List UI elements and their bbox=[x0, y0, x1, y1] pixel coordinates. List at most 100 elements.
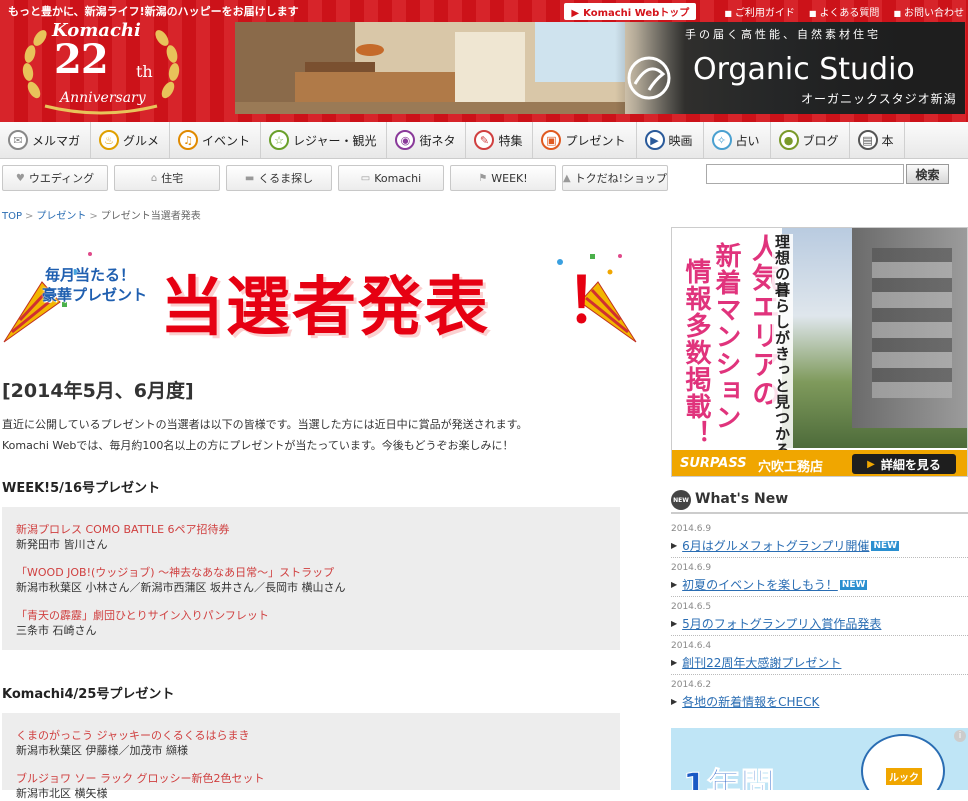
bottom-ad-banner[interactable]: 1年間 ルック i bbox=[671, 728, 968, 790]
film-icon: ▶ bbox=[644, 130, 665, 150]
news-link[interactable]: 6月はグルメフォトグランプリ開催 bbox=[682, 537, 869, 554]
anniversary-logo[interactable]: Komachi 22 th Anniversary bbox=[20, 20, 190, 116]
category-nav-item[interactable]: ✧ 占い bbox=[704, 122, 771, 158]
subnav-tab-label: 住宅 bbox=[161, 172, 184, 185]
category-nav-item[interactable]: ♫ イベント bbox=[170, 122, 262, 158]
triangle-right-icon: ▶ bbox=[671, 541, 678, 550]
category-nav-item[interactable]: ▶ 映画 bbox=[637, 122, 704, 158]
heart-icon: ♥ bbox=[15, 172, 25, 184]
guide-link[interactable]: ■ ご利用ガイド bbox=[724, 4, 795, 19]
category-nav: ✉ メルマガ ♨ グルメ ♫ イベント ☆ レジャー・観光 ◉ 街ネタ ✎ 特集 ▣ プレゼント ▶ 映画 ✧ 占… bbox=[0, 122, 968, 159]
news-item[interactable]: ▶ 各地の新着情報をCHECK bbox=[671, 693, 819, 710]
prize-winners: 新潟市北区 横矢様 bbox=[16, 787, 108, 800]
news-divider bbox=[671, 596, 968, 597]
category-nav-item[interactable]: ● ブログ bbox=[771, 122, 850, 158]
organic-studio-banner[interactable]: 手の届く高性能、自然素材住宅 Organic Studio オーガニックスタジオ… bbox=[235, 22, 965, 114]
site-header: もっと豊かに、新潟ライフ!新潟のハッピーをお届けします ▶ Komachi Web… bbox=[0, 0, 968, 122]
category-nav-item[interactable]: ◉ 街ネタ bbox=[387, 122, 467, 158]
news-link[interactable]: 5月のフォトグランプリ入賞作品発表 bbox=[682, 615, 881, 632]
contact-link[interactable]: ■ お問い合わせ bbox=[893, 4, 964, 19]
prize-winners: 新潟市秋葉区 小林さん／新潟市西蒲区 坂井さん／長岡市 横山さん bbox=[16, 581, 346, 594]
book-icon: ▭ bbox=[360, 172, 371, 184]
mansion-ad-banner[interactable]: 情報多数掲載！ 新着マンション 人気エリアの 理想の暮らしがきっと見つかる SU… bbox=[671, 227, 968, 477]
house-icon: ⌂ bbox=[150, 172, 158, 184]
subnav-tab[interactable]: ▭ Komachi bbox=[338, 165, 444, 191]
whats-new-title: What's New bbox=[695, 491, 789, 507]
triangle-right-icon: ▶ bbox=[671, 619, 678, 628]
category-nav-item[interactable]: ▣ プレゼント bbox=[533, 122, 637, 158]
news-link[interactable]: 創刊22周年大感謝プレゼント bbox=[682, 654, 841, 671]
subnav-tab-label: トクだね!ショップ bbox=[574, 172, 668, 185]
news-item[interactable]: ▶ 6月はグルメフォトグランプリ開催 NEW bbox=[671, 537, 900, 554]
breadcrumb-present-link[interactable]: プレゼント bbox=[36, 211, 86, 222]
prize-winners: 新発田市 皆川さん bbox=[16, 538, 108, 551]
search-input[interactable] bbox=[706, 164, 904, 184]
ad2-headline: 1年間 bbox=[683, 766, 776, 791]
subnav-tab[interactable]: ▲ トクだね!ショップ bbox=[562, 165, 668, 191]
intro-text-1: 直近に公開しているプレゼントの当選者は以下の皆様です。当選した方には近日中に賞品… bbox=[2, 418, 528, 431]
category-nav-label: イベント bbox=[202, 133, 251, 148]
category-nav-item[interactable]: ♨ グルメ bbox=[91, 122, 171, 158]
square-bullet-icon: ■ bbox=[893, 9, 901, 18]
news-item[interactable]: ▶ 初夏のイベントを楽しもう！ NEW bbox=[671, 576, 868, 593]
news-divider bbox=[671, 635, 968, 636]
category-nav-label: 占い bbox=[735, 133, 760, 148]
sub-nav: ▲ トクだね!ショップ ⚑ WEEK! ▭ Komachi ▬ くるま探し ⌂ 住宅 ♥ ウエディング… bbox=[0, 159, 968, 199]
star-icon: ☆ bbox=[269, 130, 290, 150]
subnav-tab[interactable]: ⌂ 住宅 bbox=[114, 165, 220, 191]
camera-icon: ◉ bbox=[395, 130, 416, 150]
faq-link[interactable]: ■ よくある質問 bbox=[809, 4, 880, 19]
news-item[interactable]: ▶ 創刊22周年大感謝プレゼント bbox=[671, 654, 841, 671]
hero-title: 当選者発表 bbox=[160, 271, 490, 345]
gift-icon: ▣ bbox=[541, 130, 562, 150]
category-nav-item[interactable]: ✉ メルマガ bbox=[0, 122, 92, 158]
category-nav-label: 街ネタ bbox=[419, 133, 456, 148]
fortune-icon: ✧ bbox=[711, 130, 732, 150]
komachi-web-top-label: Komachi Webトップ bbox=[583, 8, 690, 19]
subnav-tab[interactable]: ♥ ウエディング bbox=[2, 165, 108, 191]
music-icon: ♫ bbox=[178, 130, 199, 150]
category-nav-label: グルメ bbox=[123, 133, 160, 148]
pencil-icon: ✎ bbox=[474, 130, 495, 150]
category-nav-item[interactable]: ✎ 特集 bbox=[466, 122, 534, 158]
news-link[interactable]: 各地の新着情報をCHECK bbox=[682, 693, 819, 710]
hero-lead-2: 豪華プレゼント bbox=[42, 286, 148, 304]
category-nav-item[interactable]: ☆ レジャー・観光 bbox=[261, 122, 388, 158]
play-icon: ▶ bbox=[867, 458, 875, 470]
news-date: 2014.6.5 bbox=[671, 602, 712, 612]
category-nav-label: 本 bbox=[881, 133, 894, 148]
prize-name: ブルジョワ ソー ラック グロッシー新色2色セット bbox=[16, 772, 265, 785]
prize-name: 新潟プロレス COMO BATTLE 6ペア招待券 bbox=[16, 523, 230, 536]
triangle-right-icon: ▶ bbox=[671, 580, 678, 589]
intro-text-2: Komachi Webでは、毎月約100名以上の方にプレゼントが当たっています。… bbox=[2, 439, 514, 452]
komachi-web-top-button[interactable]: ▶ Komachi Webトップ bbox=[564, 3, 697, 20]
subnav-tab[interactable]: ▬ くるま探し bbox=[226, 165, 332, 191]
news-date: 2014.6.9 bbox=[671, 563, 712, 573]
header-links: ▶ Komachi Webトップ ■ ご利用ガイド ■ よくある質問 ■ お問い合わせ bbox=[564, 3, 964, 20]
anniversary-label: Anniversary bbox=[60, 90, 146, 106]
subnav-tab[interactable]: ⚑ WEEK! bbox=[450, 165, 556, 191]
interior-photo bbox=[235, 22, 625, 114]
category-nav-label: レジャー・観光 bbox=[293, 133, 377, 148]
bird-logo-icon bbox=[627, 56, 671, 100]
section-heading-week: WEEK!5/16号プレゼント bbox=[2, 481, 160, 496]
prize-winners: 新潟市秋葉区 伊藤様／加茂市 纐様 bbox=[16, 744, 188, 757]
car-icon: ▬ bbox=[244, 172, 255, 184]
blog-icon: ● bbox=[778, 130, 799, 150]
section-heading-komachi: Komachi4/25号プレゼント bbox=[2, 687, 175, 702]
prize-winners: 三条市 石崎さん bbox=[16, 624, 97, 637]
search-button[interactable]: 検索 bbox=[906, 164, 949, 184]
period-heading: [2014年5月、6月度] bbox=[2, 380, 194, 402]
news-link[interactable]: 初夏のイベントを楽しもう！ bbox=[682, 576, 838, 593]
ad2-ribbon: ルック bbox=[886, 768, 922, 785]
category-nav-label: ブログ bbox=[802, 133, 839, 148]
category-nav-label: メルマガ bbox=[32, 133, 81, 148]
square-bullet-icon: ■ bbox=[724, 9, 732, 18]
category-nav-item[interactable]: ▤ 本 bbox=[850, 122, 905, 158]
ad-detail-button[interactable]: ▶ 詳細を見る bbox=[852, 454, 956, 474]
breadcrumb-top-link[interactable]: TOP bbox=[2, 211, 22, 222]
news-item[interactable]: ▶ 5月のフォトグランプリ入賞作品発表 bbox=[671, 615, 881, 632]
prize-name: 「青天の霹靂」劇団ひとりサイン入りパンフレット bbox=[16, 609, 269, 622]
ad-text-4: 理想の暮らしがきっと見つかる bbox=[772, 234, 793, 458]
info-icon[interactable]: i bbox=[954, 730, 966, 742]
